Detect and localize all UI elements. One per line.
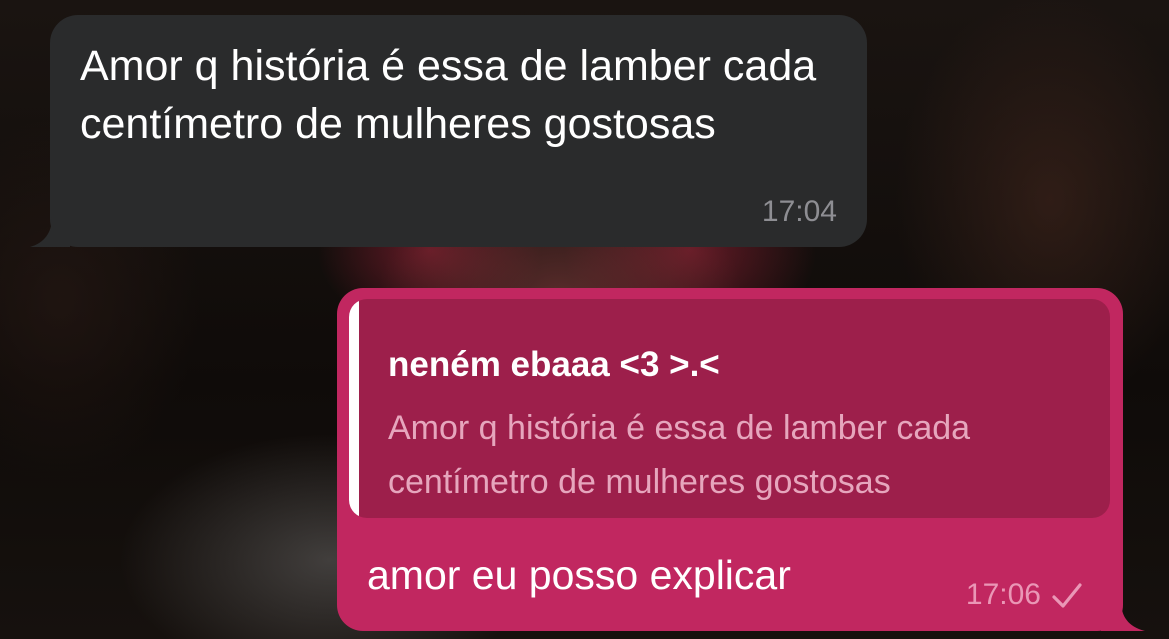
outgoing-message-text: amor eu posso explicar [367,552,791,598]
outgoing-message-time: 17:06 [965,578,1041,611]
reply-quote-bar [349,299,359,518]
reply-snippet-text: Amor q história é essa de lamber cada ce… [388,409,971,501]
incoming-message-time: 17:04 [761,195,837,228]
incoming-bubble-tail [30,217,70,247]
incoming-message-bubble[interactable]: Amor q história é essa de lamber cada ce… [30,15,867,247]
incoming-message-text: Amor q história é essa de lamber cada ce… [80,42,817,148]
check-icon [1052,583,1082,608]
outgoing-message-bubble[interactable]: neném ebaaa <3 >.< Amor q história é ess… [337,288,1145,631]
reply-author-name: neném ebaaa <3 >.< [388,345,720,384]
reply-quote[interactable]: neném ebaaa <3 >.< Amor q história é ess… [349,299,1110,518]
outgoing-bubble-tail [1101,601,1145,631]
